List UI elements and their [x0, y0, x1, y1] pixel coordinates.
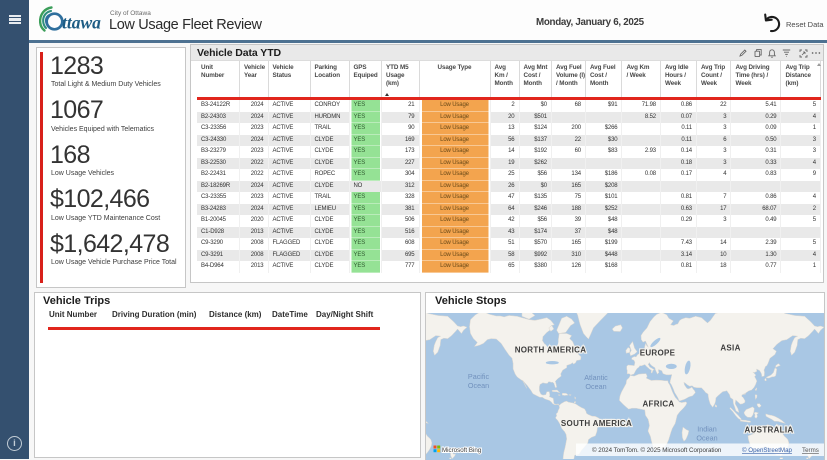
svg-text:AUSTRALIA: AUSTRALIA [745, 426, 794, 435]
svg-text:Ocean: Ocean [468, 381, 489, 390]
svg-text:Ocean: Ocean [696, 434, 717, 443]
svg-text:Terms: Terms [802, 447, 819, 454]
svg-text:Microsoft Bing: Microsoft Bing [442, 447, 482, 454]
svg-text:Pacific: Pacific [468, 372, 490, 381]
svg-text:Indian: Indian [697, 425, 717, 434]
svg-text:Atlantic: Atlantic [584, 373, 608, 382]
svg-text:© OpenStreetMap: © OpenStreetMap [742, 447, 793, 454]
svg-text:EUROPE: EUROPE [640, 349, 676, 358]
svg-text:AFRICA: AFRICA [642, 400, 674, 409]
svg-text:ASIA: ASIA [720, 344, 740, 353]
svg-text:NORTH AMERICA: NORTH AMERICA [515, 346, 587, 355]
svg-text:SOUTH AMERICA: SOUTH AMERICA [561, 419, 632, 428]
svg-text:Ocean: Ocean [585, 382, 606, 391]
svg-text:© 2024 TomTom. © 2025 Microsof: © 2024 TomTom. © 2025 Microsoft Corporat… [592, 447, 722, 454]
svg-text:ttawa: ttawa [62, 13, 101, 33]
